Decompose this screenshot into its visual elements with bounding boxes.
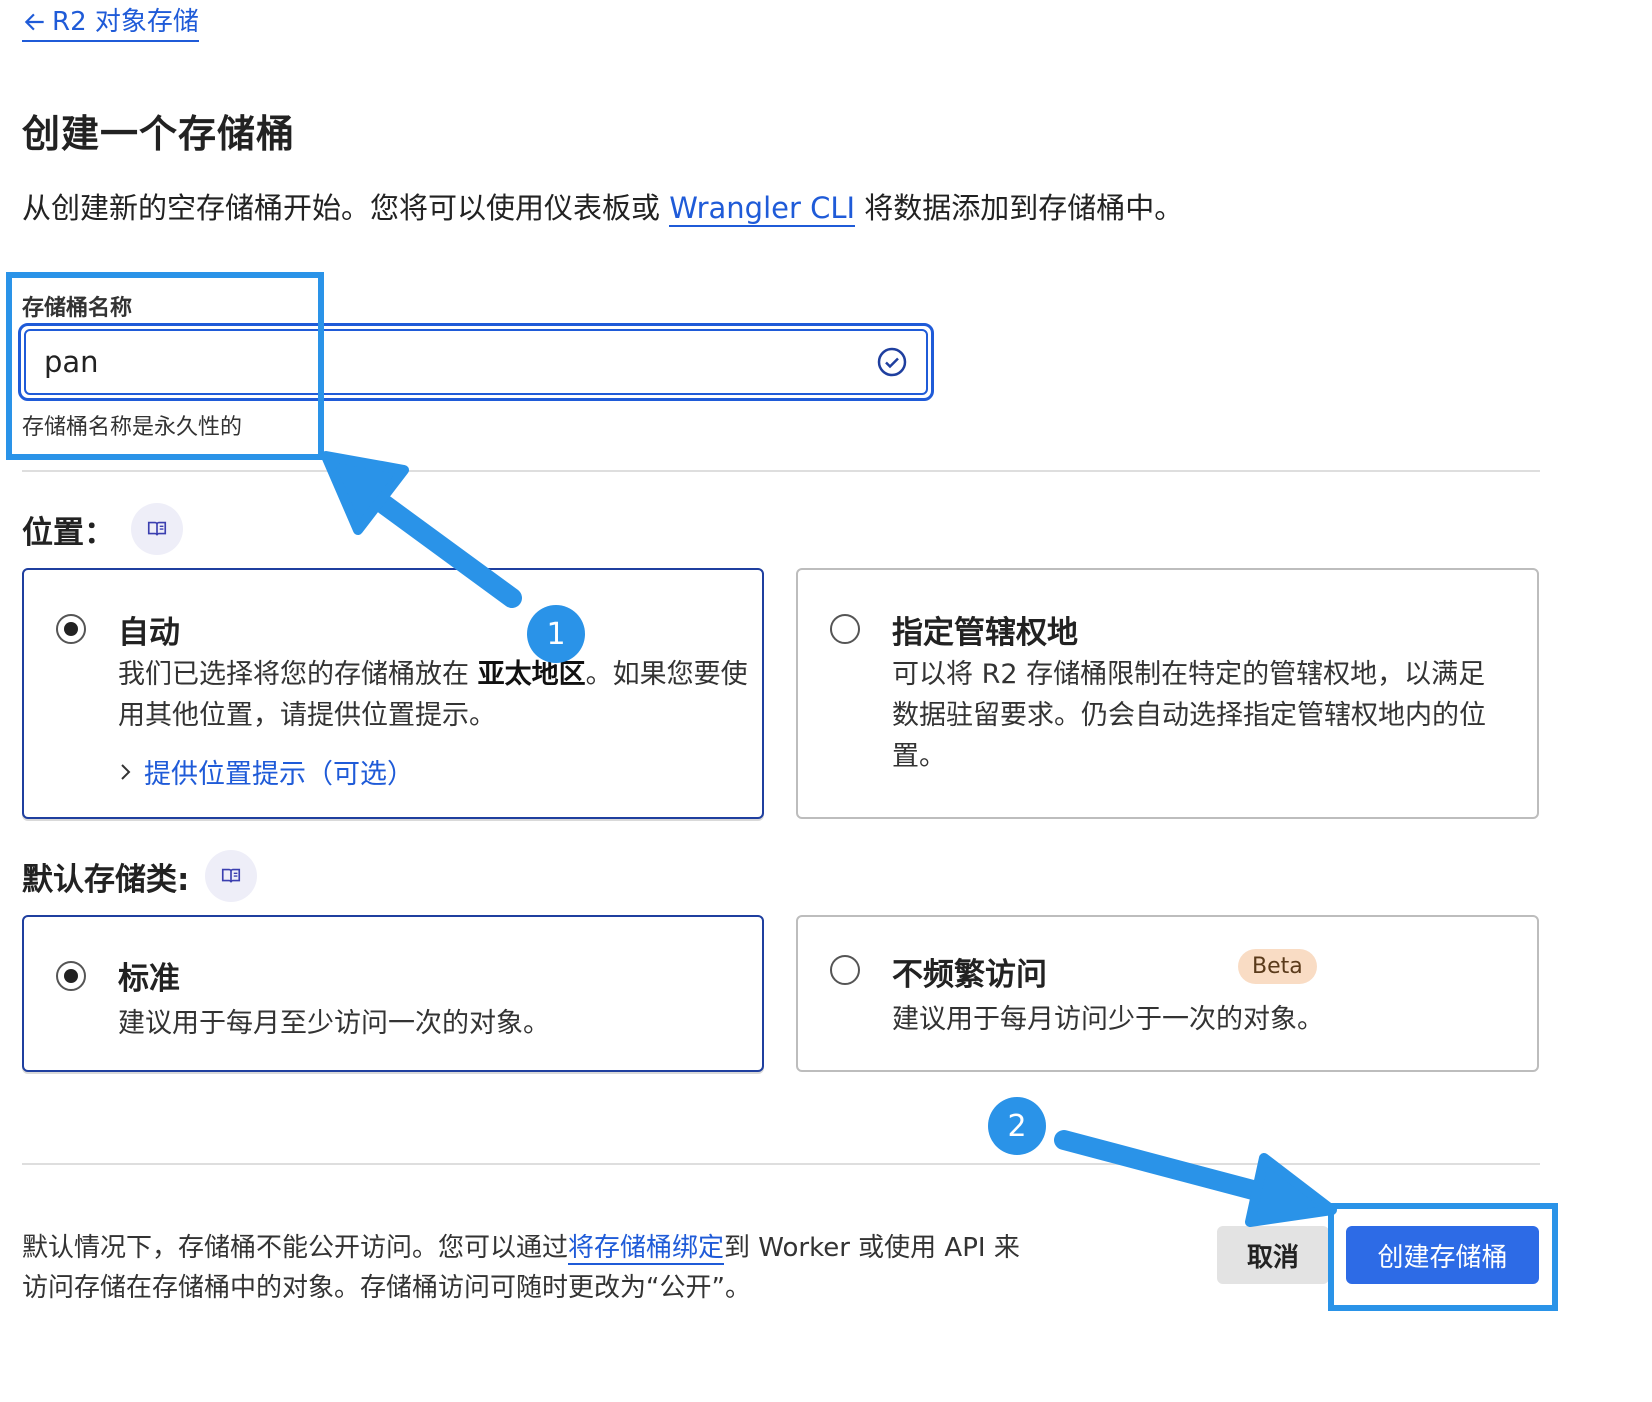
storage-option-standard[interactable]: 标准 建议用于每月至少访问一次的对象。 xyxy=(22,915,764,1072)
bind-bucket-link[interactable]: 将存储桶绑定 xyxy=(568,1233,725,1265)
bucket-name-field[interactable]: pan xyxy=(18,323,934,401)
storage-class-section-label: 默认存储类: xyxy=(22,850,258,902)
auto-body-pre: 我们已选择将您的存储桶放在 xyxy=(118,659,478,690)
bucket-name-value: pan xyxy=(44,345,99,379)
annotation-arrow-2 xyxy=(1054,1130,1337,1227)
bucket-name-input[interactable]: pan xyxy=(24,329,928,395)
page-description: 从创建新的空存储桶开始。您将可以使用仪表板或 Wrangler CLI 将数据添… xyxy=(22,185,1183,227)
bucket-name-label: 存储桶名称 xyxy=(22,296,133,321)
location-hint-label: 提供位置提示（可选） xyxy=(144,759,414,790)
auto-body-region: 亚太地区 xyxy=(477,659,586,690)
book-icon xyxy=(147,521,167,536)
location-option-jurisdiction[interactable]: 指定管辖权地 可以将 R2 存储桶限制在特定的管辖权地，以满足数据驻留要求。仍会… xyxy=(796,568,1539,819)
beta-badge: Beta xyxy=(1238,949,1317,984)
page-title: 创建一个存储桶 xyxy=(22,112,296,156)
chevron-right-icon xyxy=(121,763,131,780)
option-title: 指定管辖权地 xyxy=(892,615,1078,651)
storage-option-infrequent[interactable]: 不频繁访问 Beta 建议用于每月访问少于一次的对象。 xyxy=(796,915,1539,1072)
option-description: 可以将 R2 存储桶限制在特定的管辖权地，以满足数据驻留要求。仍会自动选择指定管… xyxy=(892,659,1486,772)
option-title: 不频繁访问 xyxy=(892,957,1047,993)
arrow-left-icon xyxy=(24,13,44,31)
option-title: 自动 xyxy=(118,615,180,651)
description-text-post: 将数据添加到存储桶中。 xyxy=(855,191,1184,225)
back-link-label: R2 对象存储 xyxy=(52,7,199,37)
location-section-label: 位置： xyxy=(22,503,183,555)
description-text-pre: 从创建新的空存储桶开始。您将可以使用仪表板或 xyxy=(22,191,670,225)
check-circle-icon xyxy=(877,347,907,377)
annotation-marker-1: 1 xyxy=(527,605,585,663)
option-description: 建议用于每月至少访问一次的对象。 xyxy=(118,1008,550,1039)
bucket-name-hint: 存储桶名称是永久性的 xyxy=(22,415,243,440)
option-description: 建议用于每月访问少于一次的对象。 xyxy=(892,1004,1324,1035)
divider xyxy=(22,1163,1540,1165)
storage-class-label-text: 默认存储类: xyxy=(22,861,190,898)
create-bucket-button[interactable]: 创建存储桶 xyxy=(1346,1226,1539,1284)
location-docs-button[interactable] xyxy=(131,503,183,555)
storage-class-docs-button[interactable] xyxy=(205,850,258,902)
annotation-marker-2: 2 xyxy=(988,1097,1046,1155)
radio-jurisdiction[interactable] xyxy=(830,614,860,644)
radio-infrequent[interactable] xyxy=(830,955,860,985)
option-title: 标准 xyxy=(118,961,180,997)
wrangler-cli-link[interactable]: Wrangler CLI xyxy=(669,191,856,227)
footer-text-pre: 默认情况下，存储桶不能公开访问。您可以通过 xyxy=(22,1233,569,1263)
divider xyxy=(22,470,1540,472)
location-label-text: 位置： xyxy=(22,514,115,551)
radio-auto[interactable] xyxy=(56,614,86,644)
location-hint-toggle[interactable]: 提供位置提示（可选） xyxy=(118,752,414,791)
radio-standard[interactable] xyxy=(56,961,86,991)
access-note: 默认情况下，存储桶不能公开访问。您可以通过将存储桶绑定到 Worker 或使用 … xyxy=(22,1228,1022,1308)
cancel-button[interactable]: 取消 xyxy=(1217,1226,1329,1284)
location-option-auto[interactable]: 自动 我们已选择将您的存储桶放在 亚太地区。如果您要使用其他位置，请提供位置提示… xyxy=(22,568,764,819)
back-link[interactable]: R2 对象存储 xyxy=(22,4,199,42)
book-icon xyxy=(222,868,241,883)
option-description: 我们已选择将您的存储桶放在 亚太地区。如果您要使用其他位置，请提供位置提示。 xyxy=(118,654,748,736)
